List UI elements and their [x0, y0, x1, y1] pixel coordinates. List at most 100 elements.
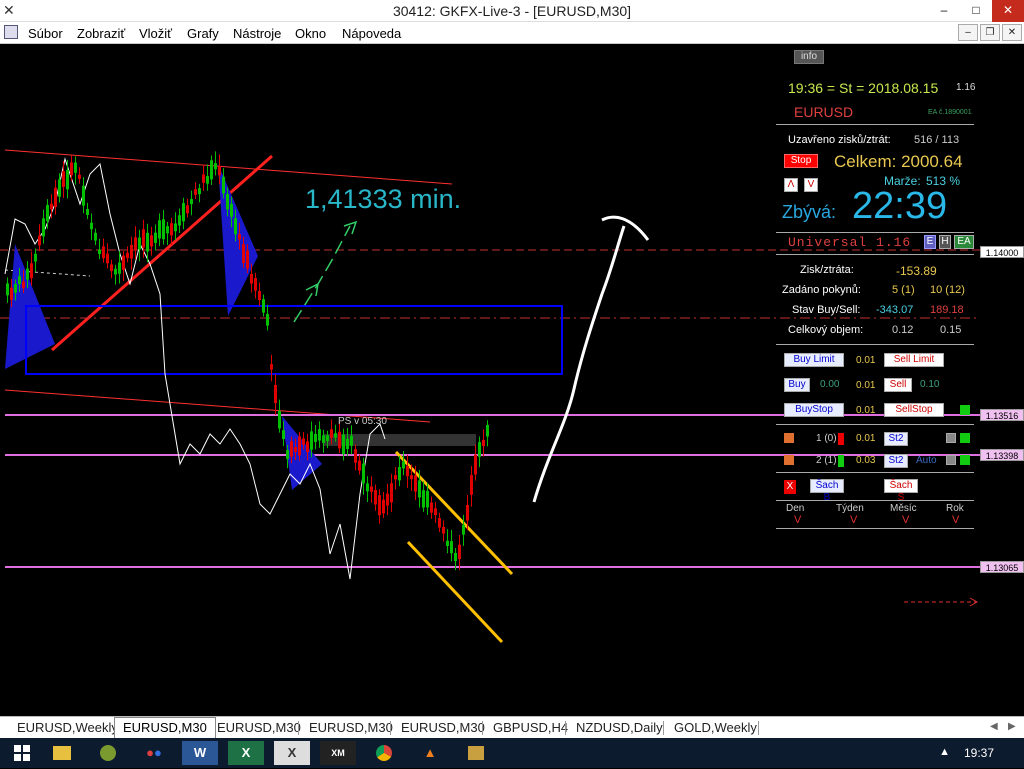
- explorer-icon[interactable]: [44, 741, 80, 765]
- menu-tools[interactable]: Nástroje: [233, 26, 281, 41]
- green-indicator-icon[interactable]: [960, 405, 970, 415]
- candle-body: [118, 262, 121, 274]
- candle-body: [78, 174, 81, 179]
- xm-icon[interactable]: XM: [320, 741, 356, 765]
- word-icon[interactable]: W: [182, 741, 218, 765]
- stop-button[interactable]: Stop: [784, 154, 818, 168]
- row1-minus-icon[interactable]: [784, 433, 794, 443]
- buy-button[interactable]: Buy: [784, 378, 810, 392]
- menu-charts[interactable]: Grafy: [187, 26, 219, 41]
- sell-stop-button[interactable]: SellStop: [884, 403, 944, 417]
- volume-buy: 0.12: [892, 324, 914, 336]
- period-year-mark[interactable]: V: [952, 514, 959, 526]
- menu-view[interactable]: Zobraziť: [77, 26, 125, 41]
- sach-s-button[interactable]: Šach S: [884, 479, 918, 503]
- tab-gbpusd-h4[interactable]: GBPUSD,H4: [493, 720, 568, 735]
- row1-green-icon[interactable]: [960, 433, 970, 443]
- mdi-minimize-button[interactable]: –: [958, 24, 978, 41]
- orders-buy: 5 (1): [892, 284, 915, 296]
- windows-start-icon[interactable]: [4, 741, 40, 765]
- sach-b-button[interactable]: Šach B: [810, 479, 844, 503]
- mid-lot: 0.01: [856, 380, 876, 391]
- buy-stop-button[interactable]: BuyStop: [784, 403, 844, 417]
- mdi-restore-button[interactable]: ❐: [980, 24, 1000, 41]
- up-icon[interactable]: Λ: [784, 178, 798, 192]
- menu-file[interactable]: Súbor: [28, 26, 63, 41]
- badge-h[interactable]: H: [939, 235, 951, 249]
- candle-body: [426, 490, 429, 508]
- candle-body: [330, 429, 333, 438]
- buy-limit-button[interactable]: Buy Limit: [784, 353, 844, 367]
- tab-eurusd-m30-4[interactable]: EURUSD,M30: [401, 720, 485, 735]
- document-icon[interactable]: [4, 25, 18, 39]
- menu-window[interactable]: Okno: [295, 26, 326, 41]
- taskbar-clock[interactable]: 19:37: [964, 746, 994, 760]
- candle-body: [414, 475, 417, 492]
- row2-green-icon[interactable]: [960, 455, 970, 465]
- candle-body: [350, 435, 353, 446]
- row1-st2-button[interactable]: St2: [884, 432, 908, 446]
- candle-body: [18, 276, 21, 285]
- chrome-icon[interactable]: [366, 741, 402, 765]
- menu-help[interactable]: Nápoveda: [342, 26, 401, 41]
- app-dots-icon[interactable]: ●●: [136, 741, 172, 765]
- candle-body: [266, 313, 269, 326]
- candle-body: [386, 493, 389, 506]
- price-chart[interactable]: 1,41333 min. PS v 05:30 1.14000 1.13516 …: [0, 44, 1024, 716]
- candle-body: [82, 185, 85, 206]
- app-folder-icon[interactable]: [458, 741, 494, 765]
- row2-gray-icon[interactable]: [946, 455, 956, 465]
- down-icon[interactable]: V: [804, 178, 818, 192]
- row1-gray-icon[interactable]: [946, 433, 956, 443]
- row1-marker-icon: [838, 433, 844, 445]
- period-month-mark[interactable]: V: [902, 514, 909, 526]
- candle-body: [158, 220, 161, 239]
- divider: [776, 424, 974, 425]
- badge-e[interactable]: E: [924, 235, 936, 249]
- blue-range-box: [25, 305, 563, 375]
- close-all-button[interactable]: X: [784, 480, 796, 494]
- row2-minus-icon[interactable]: [784, 455, 794, 465]
- tab-eurusd-m30-3[interactable]: EURUSD,M30: [309, 720, 393, 735]
- metatrader-icon[interactable]: X: [274, 741, 310, 765]
- period-day-mark[interactable]: V: [794, 514, 801, 526]
- excel-icon[interactable]: X: [228, 741, 264, 765]
- candle-body: [450, 541, 453, 554]
- price-label-4: 1.13065: [980, 561, 1024, 573]
- candle-body: [230, 203, 233, 217]
- vlc-icon[interactable]: ▲: [412, 741, 448, 765]
- menu-insert[interactable]: Vložiť: [139, 26, 172, 41]
- tab-scroll-left-icon[interactable]: ◀: [990, 721, 998, 732]
- candle-body: [442, 526, 445, 534]
- buy-stop-lot: 0.01: [856, 405, 876, 416]
- mdi-close-button[interactable]: ✕: [1002, 24, 1022, 41]
- sell-button[interactable]: Sell: [884, 378, 912, 392]
- candle-body: [302, 438, 305, 445]
- tab-eurusd-weekly[interactable]: EURUSD,Weekly: [17, 720, 118, 735]
- tray-arrow-icon[interactable]: ▲: [939, 746, 950, 758]
- divider: [776, 232, 974, 233]
- maximize-button[interactable]: □: [960, 0, 992, 22]
- tab-eurusd-m30-2[interactable]: EURUSD,M30: [217, 720, 301, 735]
- tab-eurusd-m30-active[interactable]: EURUSD,M30: [114, 717, 216, 738]
- app-globe-icon[interactable]: [90, 741, 126, 765]
- period-week: Týden: [836, 503, 864, 514]
- period-week-mark[interactable]: V: [850, 514, 857, 526]
- period-month: Měsíc: [890, 503, 917, 514]
- candle-body: [154, 232, 157, 243]
- datetime-display: 19:36 = St = 2018.08.15: [788, 80, 939, 96]
- minimize-button[interactable]: –: [928, 0, 960, 22]
- close-button[interactable]: ✕: [992, 0, 1024, 22]
- window-title: 30412: GKFX-Live-3 - [EURUSD,M30]: [392, 3, 632, 19]
- row2-auto[interactable]: Auto: [916, 455, 937, 466]
- candle-body: [462, 524, 465, 535]
- tab-gold-weekly[interactable]: GOLD,Weekly: [674, 720, 757, 735]
- tab-nzdusd-daily[interactable]: NZDUSD,Daily: [576, 720, 663, 735]
- tab-separator: [663, 721, 664, 735]
- candle-body: [114, 268, 117, 275]
- tab-scroll-right-icon[interactable]: ▶: [1008, 721, 1016, 732]
- badge-ea[interactable]: EA: [954, 235, 974, 249]
- row2-st2-button[interactable]: St2: [884, 454, 908, 468]
- info-button[interactable]: info: [794, 50, 824, 64]
- sell-limit-button[interactable]: Sell Limit: [884, 353, 944, 367]
